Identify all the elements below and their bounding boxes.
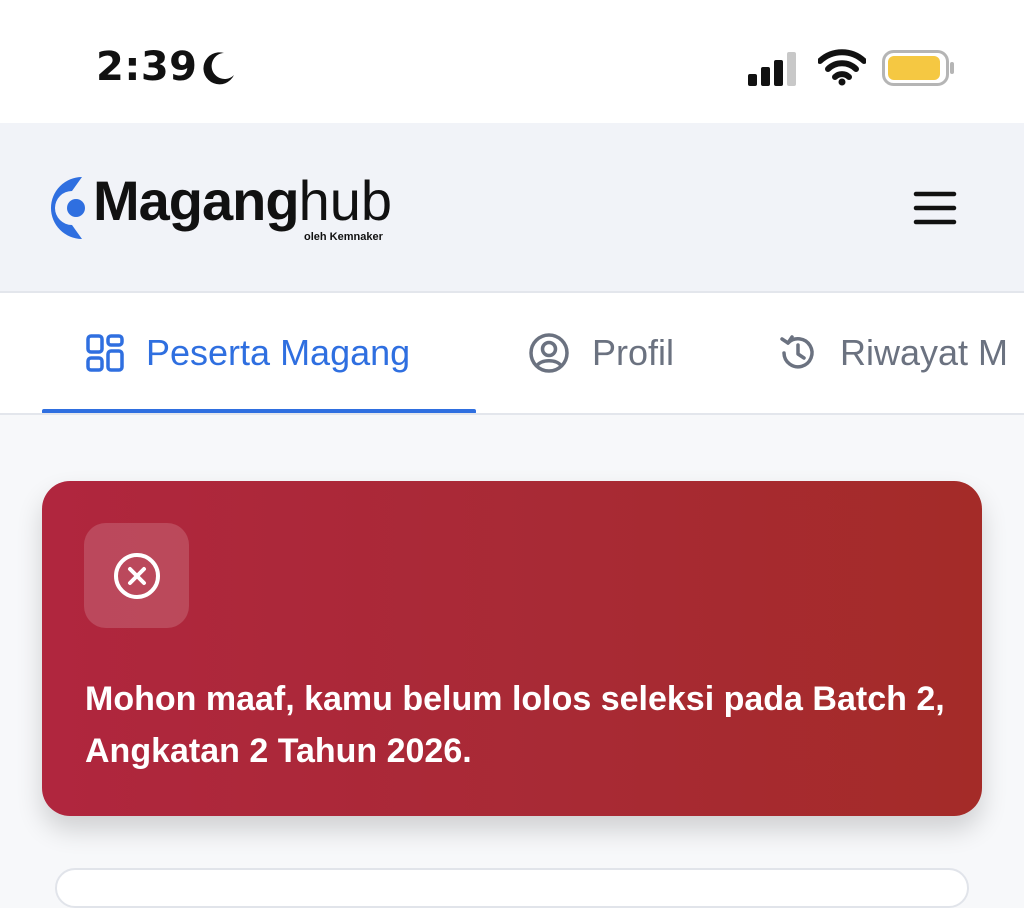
logo-text: Maganghub: [93, 171, 392, 231]
tab-profil[interactable]: Profil: [528, 293, 674, 413]
tab-label: Peserta Magang: [146, 332, 411, 373]
tab-bar: Peserta Magang Profil Riwayat M: [0, 293, 1024, 415]
tab-label: Profil: [592, 332, 675, 373]
hamburger-menu-icon[interactable]: [908, 185, 962, 231]
logo-text-light: hub: [298, 169, 392, 232]
app-header: Maganghub oleh Kemnaker: [0, 123, 1024, 293]
alert-icon-box: [84, 523, 189, 628]
dashboard-grid-icon: [86, 334, 124, 372]
history-icon: [780, 335, 814, 369]
user-circle-icon: [529, 333, 569, 373]
rejection-alert-card: Mohon maaf, kamu belum lolos seleksi pad…: [42, 481, 982, 816]
next-card: [55, 868, 969, 908]
logo-text-bold: Magang: [93, 169, 300, 232]
close-circle-icon: [113, 552, 160, 599]
logo-subtitle: oleh Kemnaker: [304, 231, 383, 243]
moon-icon: [203, 52, 234, 85]
battery-icon: [882, 50, 954, 86]
active-tab-indicator: [42, 409, 476, 413]
maganghub-logo-icon: [50, 177, 85, 239]
tab-label: Riwayat M: [840, 332, 1009, 373]
tab-riwayat[interactable]: Riwayat M: [778, 293, 1008, 413]
status-bar: 2:39: [0, 0, 1024, 123]
wifi-icon: [818, 49, 866, 86]
alert-message: Mohon maaf, kamu belum lolos seleksi pad…: [85, 680, 945, 770]
tab-peserta-magang[interactable]: Peserta Magang: [86, 293, 410, 413]
cellular-signal-icon: [748, 52, 796, 86]
status-time: 2:39: [96, 44, 198, 90]
